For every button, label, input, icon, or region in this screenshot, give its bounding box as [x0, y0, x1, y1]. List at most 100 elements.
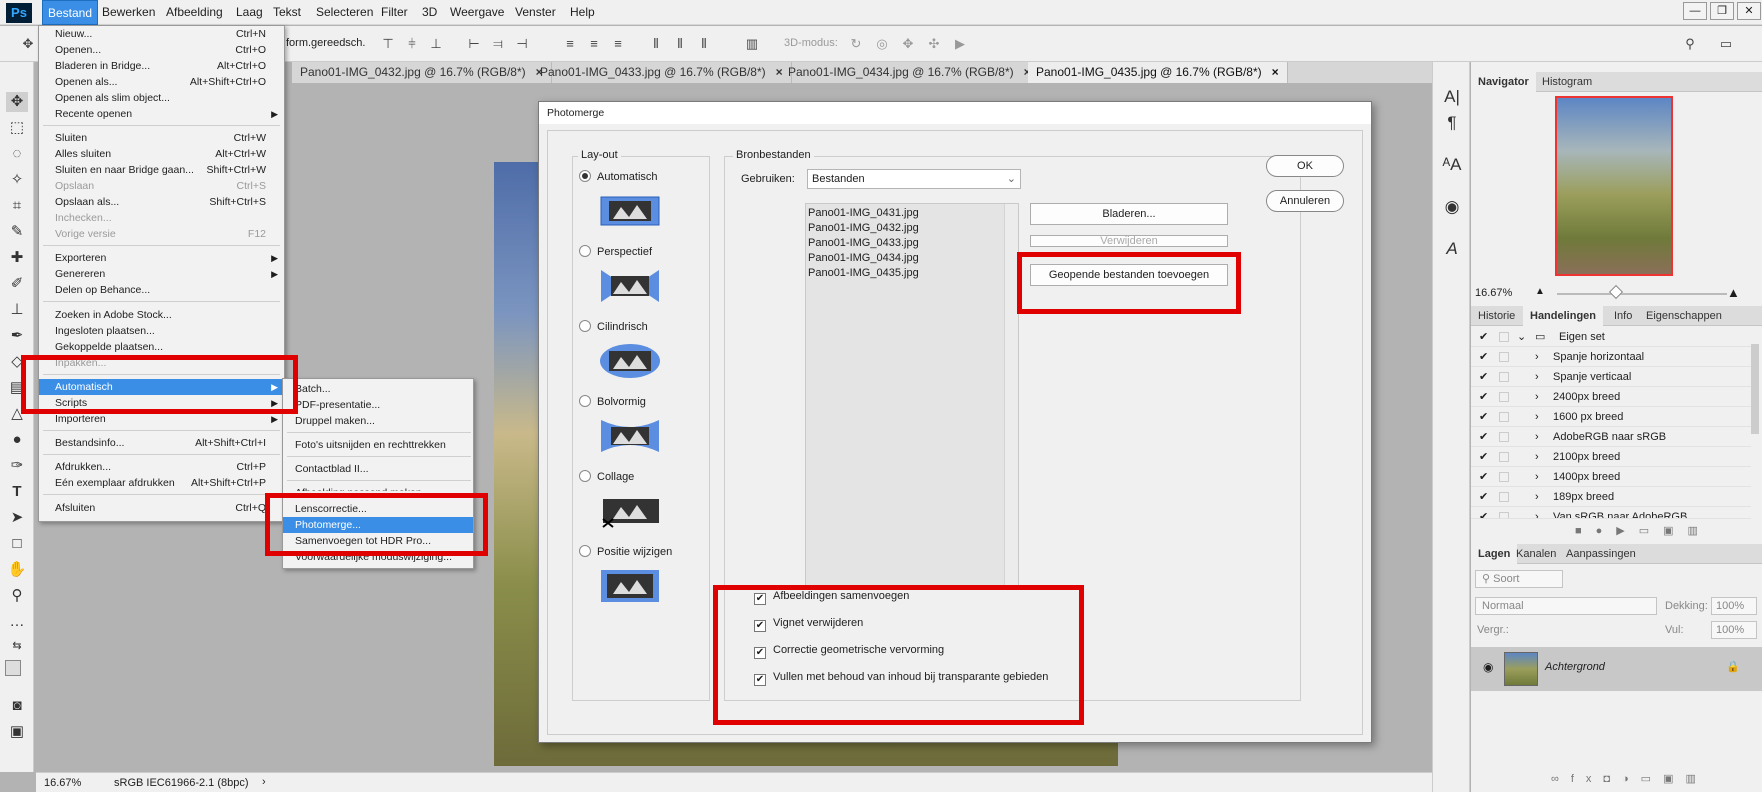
menu-item-opslaan[interactable]: Opslaan Ctrl+S	[39, 178, 284, 194]
align-left-icon[interactable]: ⊢	[466, 36, 482, 52]
menu-item-gekoppelde-plaatsen[interactable]: Gekoppelde plaatsen...	[39, 339, 284, 355]
close-window-button[interactable]: ✕	[1737, 2, 1761, 20]
align-hcenter-icon[interactable]: ⫤	[490, 36, 506, 52]
3d-scale-icon[interactable]: ▶	[952, 36, 968, 52]
tab-img-0434[interactable]: Pano01-IMG_0434.jpg @ 16.7% (RGB/8*)×	[780, 62, 1040, 83]
menu-item-een-exemplaar-afdrukken[interactable]: Eén exemplaar afdrukken Alt+Shift+Ctrl+P	[39, 475, 284, 491]
align-bottom-icon[interactable]: ⊥	[428, 36, 444, 52]
path-selection-tool-icon[interactable]: ➤	[6, 508, 28, 528]
menu-venster[interactable]: Venster	[510, 0, 561, 25]
menu-item-afsluiten[interactable]: Afsluiten Ctrl+Q	[39, 500, 284, 516]
restore-button[interactable]: ❐	[1710, 2, 1734, 20]
distribute-bottom-icon[interactable]: ≡	[610, 36, 626, 52]
check-icon[interactable]: ✔	[1479, 507, 1488, 518]
menu-selecteren[interactable]: Selecteren	[311, 0, 378, 25]
list-item[interactable]: Pano01-IMG_0431.jpg	[808, 206, 919, 221]
distribute-right-icon[interactable]: ⦀	[696, 36, 712, 52]
dodge-tool-icon[interactable]: ●	[6, 430, 28, 450]
radio-button-icon[interactable]	[579, 470, 591, 482]
radio-button-icon[interactable]	[579, 170, 591, 182]
browse-button[interactable]: Bladeren...	[1030, 203, 1228, 225]
check-icon[interactable]: ✔	[1479, 347, 1488, 367]
chevron-right-icon[interactable]: ›	[1535, 347, 1539, 367]
radio-automatisch[interactable]: Automatisch	[579, 169, 658, 185]
zoom-slider-handle[interactable]	[1608, 284, 1624, 300]
hand-tool-icon[interactable]: ✋	[6, 560, 28, 580]
action-row[interactable]: ✔ › 189px breed	[1471, 487, 1751, 507]
chevron-right-icon[interactable]: ›	[1535, 407, 1539, 427]
blend-mode-dropdown[interactable]: Normaal	[1475, 597, 1657, 615]
chevron-right-icon[interactable]: ›	[1535, 487, 1539, 507]
dialog-toggle[interactable]	[1499, 492, 1509, 502]
tab-info[interactable]: Info	[1607, 306, 1639, 326]
3d-pan-icon[interactable]: ✥	[900, 36, 916, 52]
tab-kanalen[interactable]: Kanalen	[1509, 544, 1563, 564]
chevron-right-icon[interactable]: ›	[1535, 467, 1539, 487]
menu-item-alles-sluiten[interactable]: Alles sluiten Alt+Ctrl+W	[39, 146, 284, 162]
action-row[interactable]: ✔ › Van sRGB naar AdobeRGB	[1471, 507, 1751, 519]
workspace-icon[interactable]: ▭	[1718, 36, 1734, 52]
check-icon[interactable]: ✔	[1479, 467, 1488, 487]
paragraph-panel-icon[interactable]: ¶	[1441, 112, 1463, 134]
dialog-toggle[interactable]	[1499, 432, 1509, 442]
character-panel-icon[interactable]: A|	[1441, 86, 1463, 108]
check-icon[interactable]: ✔	[1479, 487, 1488, 507]
marquee-tool-icon[interactable]: ⬚	[6, 118, 28, 138]
pen-tool-icon[interactable]: ✑	[6, 456, 28, 476]
chevron-right-icon[interactable]: ›	[1535, 387, 1539, 407]
action-set-row[interactable]: ✔ ⌄ ▭ Eigen set	[1471, 327, 1751, 347]
radio-cilindrisch[interactable]: Cilindrisch	[579, 319, 648, 335]
list-item[interactable]: Pano01-IMG_0435.jpg	[808, 266, 919, 281]
actions-scrollbar[interactable]	[1751, 344, 1759, 434]
menu-weergave[interactable]: Weergave	[445, 0, 509, 25]
move-tool-icon[interactable]: ✥	[6, 92, 28, 112]
list-item[interactable]: Pano01-IMG_0432.jpg	[808, 221, 919, 236]
action-row[interactable]: ✔ › 2100px breed	[1471, 447, 1751, 467]
radio-button-icon[interactable]	[579, 320, 591, 332]
zoom-slider[interactable]	[1557, 293, 1727, 295]
align-vcenter-icon[interactable]: ⫩	[404, 36, 420, 52]
cancel-button[interactable]: Annuleren	[1266, 190, 1344, 212]
menu-item-batch[interactable]: Batch...	[283, 381, 473, 397]
remove-button[interactable]: Verwijderen	[1030, 235, 1228, 247]
dialog-toggle[interactable]	[1499, 392, 1509, 402]
menu-bewerken[interactable]: Bewerken	[97, 0, 160, 25]
check-icon[interactable]: ✔	[1479, 447, 1488, 467]
file-list-scrollbar[interactable]	[1004, 204, 1018, 587]
radio-collage[interactable]: Collage	[579, 469, 634, 485]
menu-item-druppel-maken[interactable]: Druppel maken...	[283, 413, 473, 429]
action-row[interactable]: ✔ › AdobeRGB naar sRGB	[1471, 427, 1751, 447]
radio-button-icon[interactable]	[579, 395, 591, 407]
menu-item-bladeren-bridge[interactable]: Bladeren in Bridge... Alt+Ctrl+O	[39, 58, 284, 74]
menu-item-bestandsinfo[interactable]: Bestandsinfo... Alt+Shift+Ctrl+I	[39, 435, 284, 451]
use-dropdown[interactable]: Bestanden ⌄	[807, 169, 1021, 189]
glyphs-panel-icon[interactable]: A	[1441, 238, 1463, 260]
character-styles-icon[interactable]: ᴬA	[1441, 154, 1463, 176]
dialog-toggle[interactable]	[1499, 352, 1509, 362]
more-tools-icon[interactable]: …	[6, 612, 28, 632]
radio-perspectief[interactable]: Perspectief	[579, 244, 652, 260]
check-icon[interactable]: ✔	[1479, 327, 1488, 347]
distribute-left-icon[interactable]: ⦀	[648, 36, 664, 52]
action-row[interactable]: ✔ › 1600 px breed	[1471, 407, 1751, 427]
menu-item-contactblad[interactable]: Contactblad II...	[283, 461, 473, 477]
creative-cloud-icon[interactable]: ◉	[1441, 196, 1463, 218]
close-icon[interactable]: ×	[1272, 65, 1279, 79]
tab-eigenschappen[interactable]: Eigenschappen	[1639, 306, 1729, 326]
tab-aanpassingen[interactable]: Aanpassingen	[1559, 544, 1643, 564]
distribute-top-icon[interactable]: ≡	[562, 36, 578, 52]
distribute-vcenter-icon[interactable]: ≡	[586, 36, 602, 52]
menu-item-adobe-stock[interactable]: Zoeken in Adobe Stock...	[39, 307, 284, 323]
move-tool-icon[interactable]: ✥	[20, 36, 36, 52]
3d-rotate-icon[interactable]: ↻	[848, 36, 864, 52]
eyedropper-tool-icon[interactable]: ✎	[6, 222, 28, 242]
menu-item-afdrukken[interactable]: Afdrukken... Ctrl+P	[39, 459, 284, 475]
quick-mask-icon[interactable]: ◙	[6, 696, 28, 716]
menu-3d[interactable]: 3D	[417, 0, 442, 25]
ok-button[interactable]: OK	[1266, 155, 1344, 177]
menu-item-inchecken[interactable]: Inchecken...	[39, 210, 284, 226]
tab-img-0432[interactable]: Pano01-IMG_0432.jpg @ 16.7% (RGB/8*) ×	[292, 62, 552, 83]
menu-bestand[interactable]: Bestand	[42, 0, 99, 25]
type-tool-icon[interactable]: T	[6, 482, 28, 502]
dialog-toggle[interactable]	[1499, 472, 1509, 482]
